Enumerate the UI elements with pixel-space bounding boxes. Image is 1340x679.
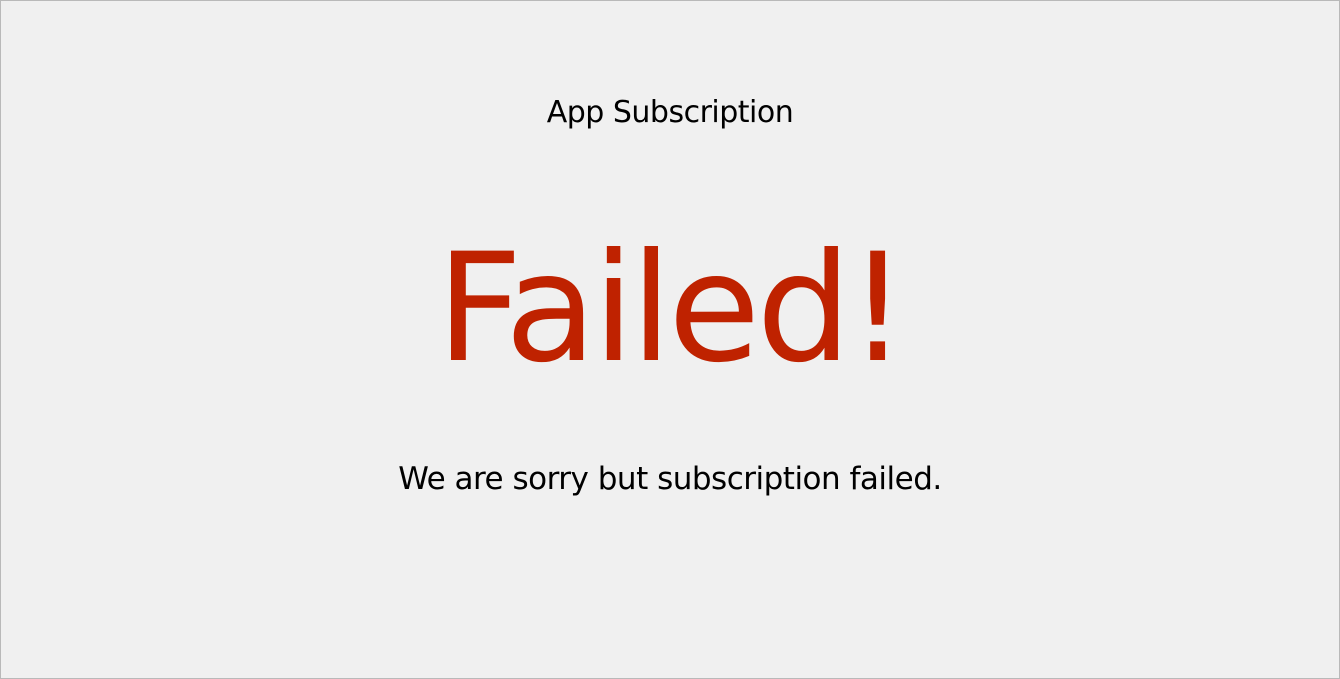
failure-heading: Failed!	[436, 222, 907, 396]
app-window: App Subscription Failed! We are sorry bu…	[0, 0, 1340, 679]
failure-message: We are sorry but subscription failed.	[398, 461, 942, 497]
app-title: App Subscription	[546, 95, 794, 130]
